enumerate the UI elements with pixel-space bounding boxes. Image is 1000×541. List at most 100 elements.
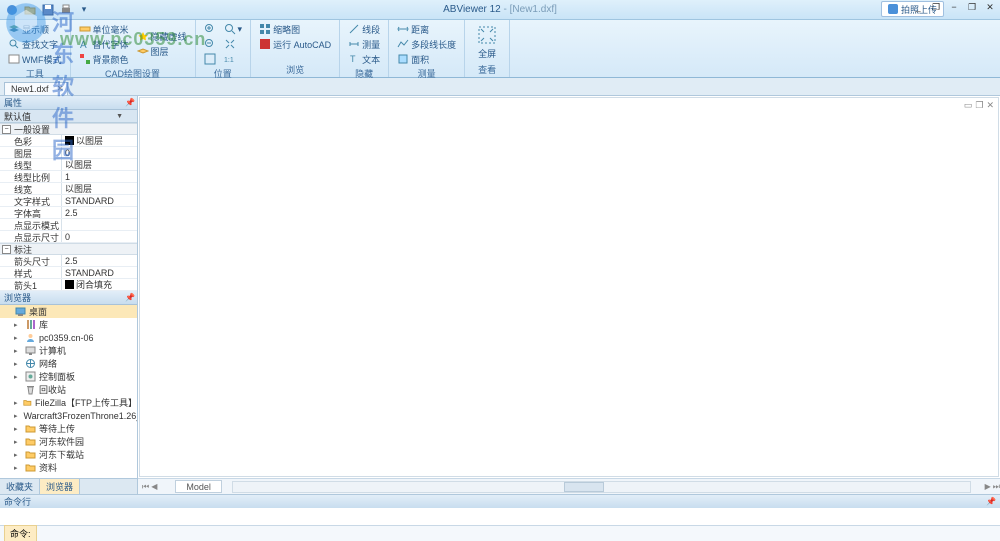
tree-item-libraries[interactable]: ▸库 bbox=[0, 318, 137, 331]
pc-icon bbox=[25, 345, 36, 356]
close-view-icon[interactable]: ✕ bbox=[986, 100, 994, 111]
nav-first-icon[interactable]: ⏮ bbox=[142, 482, 149, 492]
properties-selector[interactable]: 默认值 ▼ bbox=[0, 110, 137, 123]
tree-item-control-panel[interactable]: ▸控制面板 bbox=[0, 370, 137, 383]
unit-mm-button[interactable]: 单位毫米 bbox=[77, 22, 131, 36]
property-row[interactable]: 字体高2.5 bbox=[0, 207, 137, 219]
property-category[interactable]: −一般设置 bbox=[0, 123, 137, 135]
layer-button[interactable]: 图层 bbox=[135, 45, 189, 59]
area-button[interactable]: 面积 bbox=[395, 52, 458, 66]
model-tab[interactable]: Model bbox=[175, 480, 222, 493]
polyline-length-button[interactable]: 多段线长度 bbox=[395, 37, 458, 51]
chevron-right-icon[interactable]: ▸ bbox=[14, 451, 22, 459]
tree-item-user[interactable]: ▸pc0359.cn-06 bbox=[0, 331, 137, 344]
zoom-reset-button[interactable]: 1:1 bbox=[222, 52, 245, 66]
property-row[interactable]: 箭头尺寸2.5 bbox=[0, 255, 137, 267]
property-category[interactable]: −标注 bbox=[0, 243, 137, 255]
distance-button[interactable]: 距离 bbox=[395, 22, 458, 36]
pin-icon[interactable]: 📌 bbox=[986, 497, 996, 506]
chevron-right-icon[interactable]: ▸ bbox=[14, 321, 22, 329]
minimize-button[interactable]: − bbox=[948, 2, 960, 13]
pin-icon[interactable]: 📌 bbox=[125, 293, 135, 302]
ribbon-group-label: 查看 bbox=[471, 63, 503, 76]
property-row[interactable]: 样式STANDARD bbox=[0, 267, 137, 279]
property-row[interactable]: 点显示尺寸0 bbox=[0, 231, 137, 243]
tab-close-icon[interactable]: ✕ bbox=[57, 84, 64, 93]
browser-panel-header: 浏览器 📌 bbox=[0, 291, 137, 305]
zoom-out-button[interactable] bbox=[202, 37, 218, 51]
line-button[interactable]: 线段 bbox=[346, 22, 382, 36]
tree-item-hedong-dl[interactable]: ▸河东下载站 bbox=[0, 448, 137, 461]
chevron-right-icon[interactable]: ▸ bbox=[14, 334, 22, 342]
chevron-right-icon[interactable]: ▸ bbox=[14, 399, 20, 407]
command-input[interactable] bbox=[37, 529, 1000, 539]
thumbnail-button[interactable]: 缩略图 bbox=[257, 22, 333, 36]
horizontal-scrollbar[interactable] bbox=[232, 481, 971, 493]
document-tab[interactable]: New1.dxf✕ bbox=[4, 82, 68, 95]
tree-item-label: 等待上传 bbox=[39, 422, 75, 435]
chevron-right-icon[interactable]: ▸ bbox=[14, 360, 22, 368]
nav-last-icon[interactable]: ⏭ bbox=[993, 482, 1000, 492]
property-row[interactable]: 线型比例1 bbox=[0, 171, 137, 183]
tree-item-recycle[interactable]: 回收站 bbox=[0, 383, 137, 396]
collapse-icon[interactable]: − bbox=[2, 245, 11, 254]
maximize-button[interactable]: ❐ bbox=[966, 2, 978, 13]
app-menu-button[interactable] bbox=[4, 2, 20, 18]
close-button[interactable]: ✕ bbox=[984, 2, 996, 13]
cloud-icon bbox=[888, 4, 898, 14]
zoom-in-button[interactable] bbox=[202, 22, 218, 36]
zoom-fit-button[interactable] bbox=[202, 52, 218, 66]
mdi-restore-button[interactable]: ❐ bbox=[930, 2, 942, 13]
mdi-minimize-button[interactable]: _ bbox=[912, 2, 924, 13]
favorites-tab[interactable]: 收藏夹 bbox=[0, 479, 40, 494]
drawing-canvas[interactable]: ▭ ❐ ✕ bbox=[139, 97, 999, 477]
ribbon-group-label: 测量 bbox=[395, 67, 458, 80]
chevron-right-icon[interactable]: ▸ bbox=[14, 347, 22, 355]
tree-item-computer[interactable]: ▸计算机 bbox=[0, 344, 137, 357]
property-row[interactable]: 线宽以图层 bbox=[0, 183, 137, 195]
tree-item-wait-upload[interactable]: ▸ 等待上传 bbox=[0, 422, 137, 435]
tree-item-desktop[interactable]: 桌面 bbox=[0, 305, 137, 318]
tree-item-network[interactable]: ▸网络 bbox=[0, 357, 137, 370]
nav-prev-icon[interactable]: ◀ bbox=[151, 482, 157, 492]
qat-dropdown-icon[interactable]: ▾ bbox=[76, 2, 92, 18]
run-autocad-button[interactable]: 运行 AutoCAD bbox=[257, 37, 333, 51]
display-order-button[interactable]: 显示顺 bbox=[6, 22, 64, 36]
hide-lines-button[interactable]: 隐藏虚线 bbox=[135, 30, 189, 44]
print-icon[interactable] bbox=[58, 2, 74, 18]
open-icon[interactable] bbox=[22, 2, 38, 18]
fullscreen-button[interactable]: 全屏 bbox=[471, 22, 503, 62]
tree-item-hedong[interactable]: ▸河东软件园 bbox=[0, 435, 137, 448]
chevron-right-icon[interactable]: ▸ bbox=[14, 425, 22, 433]
property-row[interactable]: 色彩以图层 bbox=[0, 135, 137, 147]
cascade-icon[interactable]: ❐ bbox=[975, 100, 983, 111]
bg-color-button[interactable]: 背景颜色 bbox=[77, 52, 131, 66]
chevron-right-icon[interactable]: ▸ bbox=[14, 373, 22, 381]
property-row[interactable]: 文字样式STANDARD bbox=[0, 195, 137, 207]
property-row[interactable]: 箭头1闭合填充 bbox=[0, 279, 137, 291]
property-row[interactable]: 点显示模式 bbox=[0, 219, 137, 231]
chevron-right-icon[interactable]: ▸ bbox=[14, 438, 22, 446]
find-text-button[interactable]: 查找文字 bbox=[6, 37, 64, 51]
canvas-area: ▭ ❐ ✕ ⏮ ◀ Model ▶ ⏭ bbox=[138, 96, 1000, 494]
save-icon[interactable] bbox=[40, 2, 56, 18]
collapse-icon[interactable]: − bbox=[2, 125, 11, 134]
tile-icon[interactable]: ▭ bbox=[964, 100, 973, 111]
zoom-minus-button[interactable] bbox=[222, 37, 245, 51]
nav-next-icon[interactable]: ▶ bbox=[985, 482, 991, 492]
replace-font-button[interactable]: A替代字体 bbox=[77, 37, 131, 51]
zoom-plus-button[interactable]: ▾ bbox=[222, 22, 245, 36]
chevron-right-icon[interactable]: ▸ bbox=[14, 464, 22, 472]
property-row[interactable]: 图层0 bbox=[0, 147, 137, 159]
chevron-right-icon[interactable]: ▸ bbox=[14, 412, 18, 420]
tree-item-warcraft[interactable]: ▸Warcraft3FrozenThrone1.26_chs bbox=[0, 409, 137, 422]
text-button[interactable]: T文本 bbox=[346, 52, 382, 66]
tree-item-filezilla[interactable]: ▸FileZilla【FTP上传工具】 bbox=[0, 396, 137, 409]
tree-item-ziliao[interactable]: ▸资料 bbox=[0, 461, 137, 474]
browser-tab[interactable]: 浏览器 bbox=[40, 479, 80, 494]
wmf-mode-button[interactable]: WMF模式 bbox=[6, 52, 64, 66]
pin-icon[interactable]: 📌 bbox=[125, 98, 135, 107]
wmf-icon bbox=[8, 53, 20, 65]
property-row[interactable]: 线型以图层 bbox=[0, 159, 137, 171]
measure-button[interactable]: 测量 bbox=[346, 37, 382, 51]
